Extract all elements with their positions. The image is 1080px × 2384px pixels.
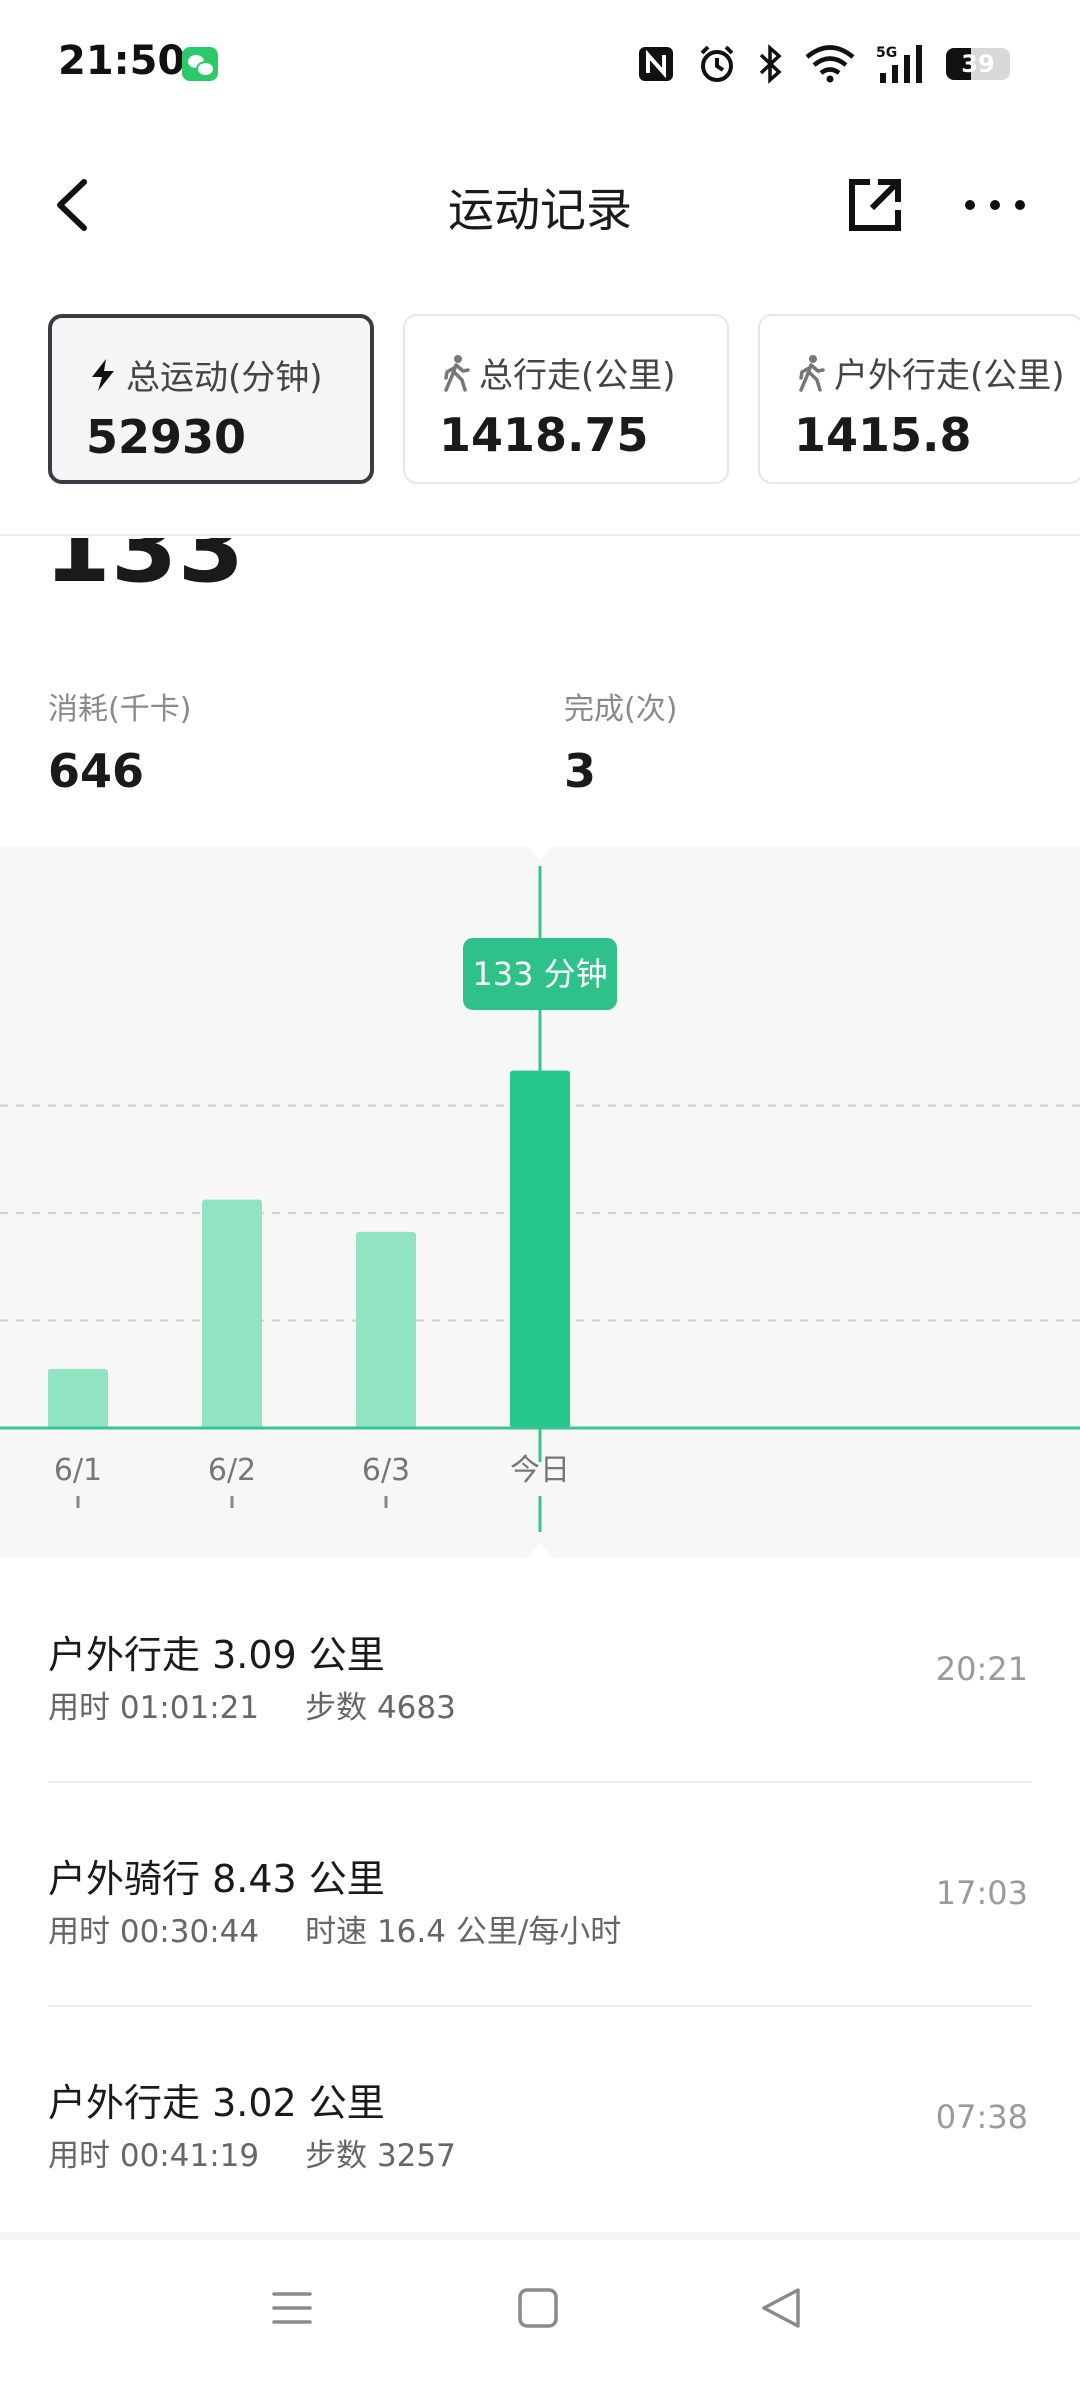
- share-icon: [849, 179, 901, 231]
- record-time: 17:03: [935, 1874, 1028, 1912]
- chart-category-label: 6/3: [362, 1453, 410, 1488]
- chart-category-label: 今日: [510, 1453, 570, 1488]
- record-divider: [48, 1781, 1032, 1783]
- activity-chart[interactable]: 6/1 6/2 6/3 今日 133 分钟: [0, 846, 1080, 1558]
- record-divider: [48, 2005, 1032, 2007]
- record-title: 户外行走 3.09 公里: [48, 1633, 385, 1677]
- card-value: 1418.75: [439, 408, 649, 462]
- signal-5g-icon: 5G: [876, 45, 922, 83]
- more-icon: [965, 200, 1025, 210]
- page-title: 运动记录: [448, 183, 632, 237]
- record-detail: 步数 4683: [305, 1690, 456, 1726]
- navigation-bar: [0, 2232, 1080, 2384]
- home-icon: [518, 2288, 558, 2328]
- chart-bar: [510, 1070, 570, 1428]
- calories-label: 消耗(千卡): [48, 692, 192, 727]
- record-detail: 时速 16.4 公里/每小时: [305, 1914, 622, 1950]
- card-label: 总行走(公里): [441, 348, 676, 397]
- record-duration: 用时 00:30:44: [48, 1914, 260, 1950]
- walking-icon: [799, 354, 825, 392]
- home-button[interactable]: [498, 2268, 578, 2348]
- record-time: 20:21: [935, 1650, 1028, 1688]
- walking-icon: [444, 354, 470, 392]
- record-detail: 步数 3257: [305, 2138, 456, 2174]
- recent-apps-button[interactable]: [252, 2268, 332, 2348]
- status-time: 21:50: [58, 38, 186, 84]
- bluetooth-icon: [759, 44, 782, 84]
- alarm-icon: [700, 45, 734, 82]
- card-label-text: 总行走(公里): [479, 356, 676, 396]
- battery-level: 39: [961, 50, 995, 78]
- card-total-walking[interactable]: 总行走(公里) 1418.75: [403, 314, 729, 484]
- completed-label: 完成(次): [564, 692, 678, 727]
- card-total-exercise[interactable]: 总运动(分钟) 52930: [48, 314, 374, 484]
- svg-text:5G: 5G: [876, 45, 897, 61]
- chart-category-label: 6/1: [54, 1453, 102, 1488]
- record-duration: 用时 00:41:19: [48, 2138, 260, 2174]
- more-button[interactable]: [960, 172, 1030, 238]
- record-meta: 用时 00:41:19 步数 3257: [48, 2130, 456, 2175]
- share-button[interactable]: [842, 172, 908, 238]
- status-icons: 5G 39: [636, 40, 1010, 88]
- app-bar: 运动记录: [0, 150, 1080, 260]
- chart-notch: [526, 1544, 554, 1558]
- cards-divider: [0, 534, 1080, 536]
- chart-bar: [202, 1199, 262, 1428]
- chart-bar: [356, 1231, 416, 1428]
- record-item[interactable]: 户外骑行 8.43 公里 用时 00:30:44 时速 16.4 公里/每小时 1…: [48, 1848, 1032, 2072]
- card-label: 户外行走(公里): [796, 348, 1065, 397]
- card-outdoor-walking[interactable]: 户外行走(公里) 1415.8: [758, 314, 1080, 484]
- chart-notch: [526, 846, 554, 860]
- card-label-text: 总运动(分钟): [126, 358, 323, 398]
- wechat-icon: [182, 47, 218, 81]
- completed-value: 3: [564, 744, 597, 798]
- card-value: 1415.8: [794, 408, 972, 462]
- record-item[interactable]: 户外行走 3.09 公里 用时 01:01:21 步数 4683 20:21: [48, 1624, 1032, 1848]
- record-duration: 用时 01:01:21: [48, 1690, 260, 1726]
- chart-tooltip-text: 133 分钟: [472, 955, 607, 993]
- chart-category-label: 6/2: [208, 1453, 256, 1488]
- total-minutes-value: 133: [44, 492, 245, 604]
- record-title: 户外行走 3.02 公里: [48, 2081, 385, 2125]
- record-time: 07:38: [935, 2098, 1028, 2136]
- chart-bar: [48, 1368, 108, 1428]
- record-meta: 用时 01:01:21 步数 4683: [48, 1682, 456, 1727]
- menu-icon: [272, 2292, 312, 2324]
- card-label: 总运动(分钟): [88, 350, 323, 399]
- system-back-button[interactable]: [742, 2268, 822, 2348]
- wifi-icon: [805, 45, 855, 83]
- nfc-icon: [639, 47, 673, 81]
- status-bar: 21:50 5G 39: [0, 0, 1080, 130]
- record-title: 户外骑行 8.43 公里: [48, 1857, 385, 1901]
- chart-svg[interactable]: 6/1 6/2 6/3 今日 133 分钟: [0, 846, 1080, 1558]
- record-meta: 用时 00:30:44 时速 16.4 公里/每小时: [48, 1906, 621, 1951]
- lightning-icon: [92, 358, 114, 391]
- summary-cards: 总运动(分钟) 52930 总行走(公里) 1418.75 户外行走(公里) 1…: [0, 310, 1080, 492]
- card-label-text: 户外行走(公里): [834, 356, 1065, 396]
- card-value: 52930: [86, 410, 247, 464]
- battery-icon: 39: [946, 48, 1010, 80]
- calories-value: 646: [48, 744, 145, 798]
- back-icon: [762, 2288, 800, 2328]
